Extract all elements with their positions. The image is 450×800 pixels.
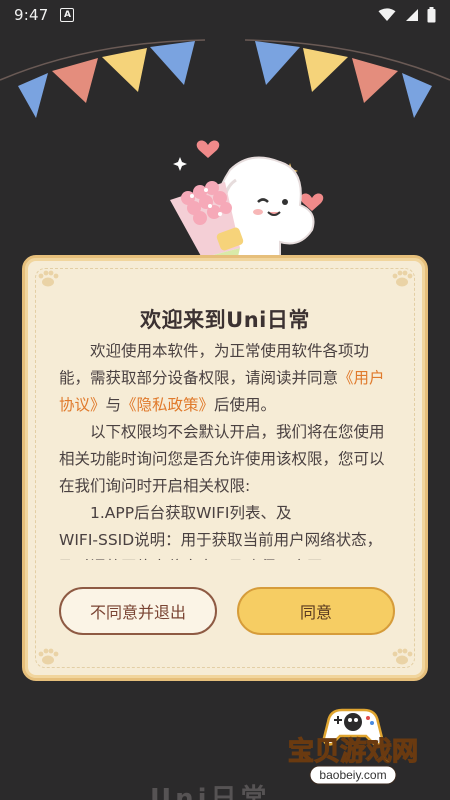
agree-button[interactable]: 同意 xyxy=(237,587,395,635)
bunting-decoration xyxy=(0,39,450,118)
paw-icon xyxy=(392,270,413,287)
permission-item-description: WIFI-SSID说明：用于获取当前用户网络状态，及时调整网络定位方案，及确保用… xyxy=(59,531,383,560)
watermark-url: baobeiy.com xyxy=(319,768,386,782)
intro-text: 欢迎使用本软件，为正常使用软件各项功能，需获取部分设备权限，请阅读并同意 xyxy=(59,342,370,387)
dialog-body-scroll[interactable]: 欢迎使用本软件，为正常使用软件各项功能，需获取部分设备权限，请阅读并同意《用户协… xyxy=(59,338,395,560)
dialog-title: 欢迎来到Uni日常 xyxy=(140,308,310,332)
signal-icon xyxy=(406,9,418,21)
paw-icon xyxy=(38,270,59,287)
paw-icon xyxy=(38,648,59,665)
sparkle-icon xyxy=(173,157,187,171)
intro-paragraph: 欢迎使用本软件，为正常使用软件各项功能，需获取部分设备权限，请阅读并同意《用户协… xyxy=(59,338,395,419)
privacy-policy-link[interactable]: 《隐私政策》 xyxy=(121,396,214,414)
battery-icon xyxy=(427,7,436,23)
privacy-dialog: 欢迎来到Uni日常 欢迎使用本软件，为正常使用软件各项功能，需获取部分设备权限，… xyxy=(22,255,428,681)
intro-suffix-text: 后使用。 xyxy=(214,396,277,414)
decline-and-exit-button[interactable]: 不同意并退出 xyxy=(59,587,217,635)
paw-icon xyxy=(392,648,413,665)
background-app-name: Uni日常 xyxy=(150,784,271,800)
permissions-paragraph: 以下权限均不会默认开启，我们将在您使用相关功能时询问您是否允许使用该权限，您可以… xyxy=(59,423,385,495)
bunny-mascot-illustration xyxy=(170,140,324,265)
wifi-icon xyxy=(378,8,396,21)
conjunction-text: 与 xyxy=(105,396,122,414)
watermark-brand: 宝贝游戏网 xyxy=(288,736,418,766)
notification-icon: A xyxy=(60,8,75,22)
status-bar: 9:47 A xyxy=(0,0,450,30)
status-time: 9:47 xyxy=(14,6,49,24)
heart-icon xyxy=(196,140,220,158)
watermark-logo: 宝贝游戏网 baobeiy.com xyxy=(287,708,419,785)
permission-item-title: 1.APP后台获取WIFI列表、及 xyxy=(90,504,292,522)
